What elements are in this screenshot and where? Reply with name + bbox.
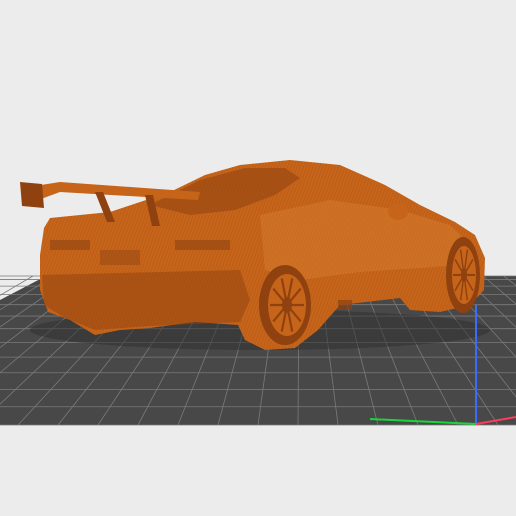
viewport-scene bbox=[0, 160, 516, 426]
car-tail-light-left bbox=[50, 240, 90, 250]
car-wheel-front bbox=[446, 237, 480, 313]
car-wheel-rear bbox=[259, 265, 311, 345]
car-exhaust bbox=[338, 300, 352, 310]
spoiler-endplate bbox=[20, 182, 44, 208]
car-license-plate bbox=[100, 250, 140, 265]
3d-viewport[interactable] bbox=[0, 0, 516, 516]
car-model[interactable] bbox=[20, 160, 490, 350]
car-tail-light-right bbox=[175, 240, 230, 250]
car-side-mirror bbox=[388, 204, 408, 220]
car-rear-bumper bbox=[42, 270, 250, 330]
